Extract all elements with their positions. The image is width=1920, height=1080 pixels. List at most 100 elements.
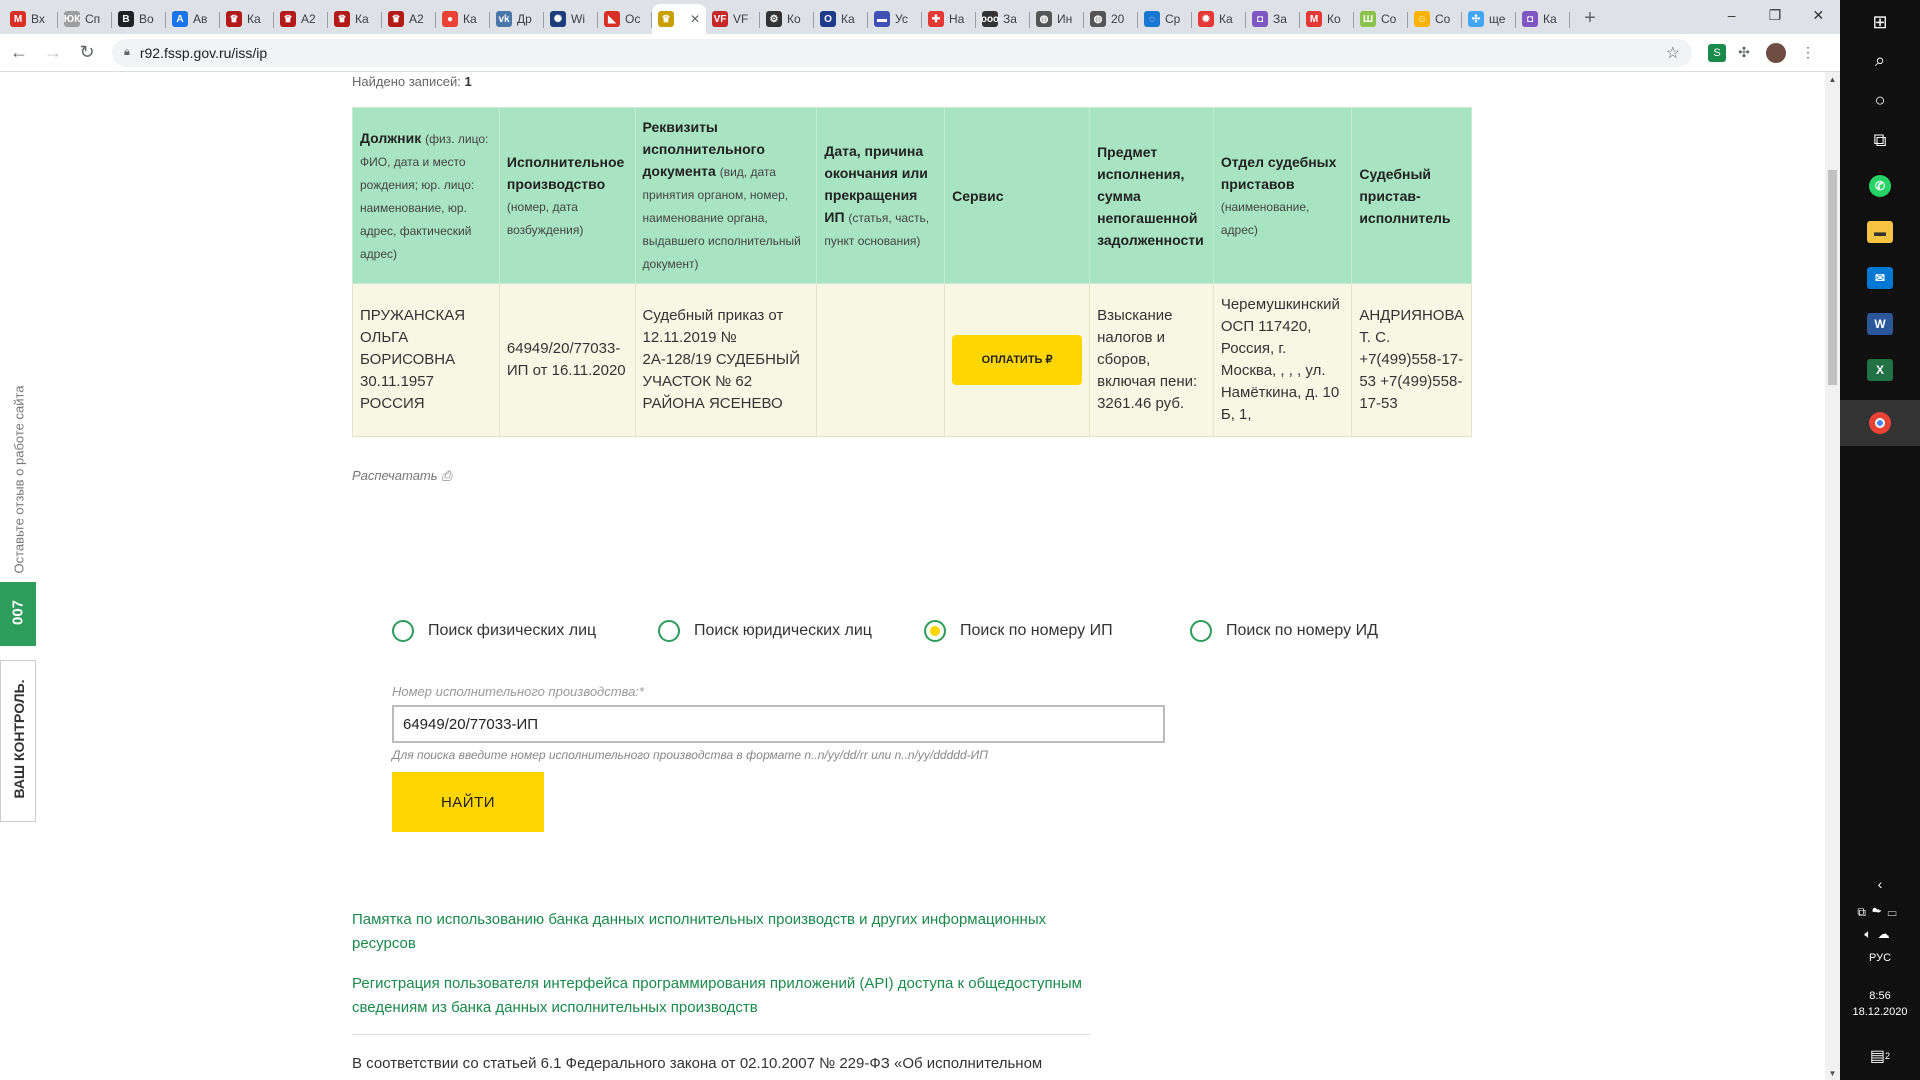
scroll-down-icon[interactable]: ▼ [1825, 1066, 1840, 1080]
mail-icon[interactable]: ✉ [1840, 256, 1920, 300]
radio-circle-selected[interactable] [924, 620, 946, 642]
close-window-button[interactable]: ✕ [1797, 0, 1840, 30]
word-icon[interactable]: W [1840, 302, 1920, 346]
side-tab-control-label: ВАШ КОНТРОЛЬ. [11, 679, 27, 799]
reload-icon[interactable]: ↻ [72, 38, 102, 68]
pay-button[interactable]: ОПЛАТИТЬ ₽ [952, 335, 1083, 385]
tab-favicon-icon: ЮК [64, 11, 80, 27]
side-tab-007[interactable]: 007 [0, 582, 36, 646]
tab-title: Во [139, 12, 154, 26]
forward-arrow-icon[interactable]: → [38, 38, 68, 68]
notifications-icon[interactable]: ▤ 2 [1840, 1034, 1920, 1078]
chrome-icon[interactable] [1840, 400, 1920, 446]
browser-tab[interactable]: ◘ За [1246, 4, 1300, 34]
browser-tab[interactable]: ✚ На [922, 4, 976, 34]
radio-id-number[interactable]: Поиск по номеру ИД [1190, 620, 1378, 642]
cortana-icon[interactable]: ○ [1840, 78, 1920, 122]
browser-tab[interactable]: Ш Со [1354, 4, 1408, 34]
browser-tab[interactable]: ♛ Ка [328, 4, 382, 34]
whatsapp-icon[interactable]: ✆ [1840, 164, 1920, 208]
extensions-puzzle-icon[interactable]: ✣ [1730, 39, 1758, 67]
browser-tab[interactable]: В Во [112, 4, 166, 34]
tab-favicon-icon: ◍ [1090, 11, 1106, 27]
scrollbar-thumb[interactable] [1828, 170, 1837, 385]
radio-ip-number[interactable]: Поиск по номеру ИП [924, 620, 1113, 642]
tab-title: Со [1435, 12, 1451, 26]
browser-tab[interactable]: M Вх [4, 4, 58, 34]
clock[interactable]: 8:56 18.12.2020 [1840, 988, 1920, 1020]
tab-title: Ин [1057, 12, 1073, 26]
table-row: ПРУЖАНСКАЯ ОЛЬГА БОРИСОВНА 30.11.1957 РО… [352, 283, 1472, 437]
tab-favicon-icon: ♛ [658, 11, 674, 27]
browser-tab[interactable]: ♛ А2 [382, 4, 436, 34]
close-tab-icon[interactable]: ✕ [690, 12, 700, 26]
page-scrollbar[interactable]: ▲ ▼ [1825, 72, 1840, 1080]
tab-title: Ка [247, 12, 261, 26]
browser-tab[interactable]: ◍ 20 [1084, 4, 1138, 34]
search-icon[interactable]: ⌕ [1840, 38, 1920, 82]
api-registration-link[interactable]: Регистрация пользователя интерфейса прог… [352, 972, 1092, 1020]
browser-tab[interactable]: ЮК Сп [58, 4, 112, 34]
file-explorer-icon[interactable]: ▬ [1840, 210, 1920, 254]
browser-tab[interactable]: ✹ Ка [1192, 4, 1246, 34]
info-links: Памятка по использованию банка данных ис… [352, 908, 1092, 1036]
radio-circle[interactable] [1190, 620, 1212, 642]
divider [352, 1034, 1090, 1035]
volume-icon[interactable]: 🔈︎☁ [1840, 912, 1920, 956]
browser-menu-icon[interactable]: ⋮ [1794, 39, 1822, 67]
new-tab-button[interactable]: + [1576, 4, 1604, 32]
browser-tab[interactable]: ooo За [976, 4, 1030, 34]
tab-favicon-icon: ✚ [928, 11, 944, 27]
ip-number-input[interactable]: 64949/20/77033-ИП [392, 705, 1165, 743]
side-tab-control[interactable]: ВАШ КОНТРОЛЬ. [0, 660, 36, 822]
browser-tab[interactable]: A Ав [166, 4, 220, 34]
radio-circle[interactable] [658, 620, 680, 642]
tab-title: Ка [1543, 12, 1557, 26]
language-indicator[interactable]: РУС [1840, 952, 1920, 964]
scroll-up-icon[interactable]: ▲ [1825, 72, 1840, 86]
browser-tab[interactable]: ♛ Ка [220, 4, 274, 34]
print-link[interactable]: Распечатать ⎙ [352, 468, 452, 484]
browser-tab[interactable]: vk Др [490, 4, 544, 34]
browser-tab[interactable]: ◣ Ос [598, 4, 652, 34]
feedback-label[interactable]: Оставьте отзыв о работе сайта [12, 345, 27, 615]
radio-circle[interactable] [392, 620, 414, 642]
radio-physical-persons[interactable]: Поиск физических лиц [392, 620, 596, 642]
find-button[interactable]: НАЙТИ [392, 772, 544, 832]
results-table: Должник (физ. лицо: ФИО, дата и место ро… [352, 107, 1472, 437]
browser-tab[interactable]: VF VF [706, 4, 760, 34]
excel-icon[interactable]: X [1840, 348, 1920, 392]
browser-tab[interactable]: ✺ Wi [544, 4, 598, 34]
radio-legal-entities[interactable]: Поиск юридических лиц [658, 620, 872, 642]
tab-favicon-icon: ✣ [1468, 11, 1484, 27]
tab-favicon-icon: A [172, 11, 188, 27]
browser-tab[interactable]: ● Ка [436, 4, 490, 34]
browser-tab[interactable]: ▬ Ус [868, 4, 922, 34]
profile-avatar[interactable] [1762, 39, 1790, 67]
printer-icon: ⎙ [441, 468, 452, 483]
browser-tab[interactable]: M Ко [1300, 4, 1354, 34]
memo-link[interactable]: Памятка по использованию банка данных ис… [352, 908, 1092, 956]
browser-tab[interactable]: ◌ Ср [1138, 4, 1192, 34]
browser-tab-active[interactable]: ♛ ✕ [652, 4, 706, 34]
browser-tab[interactable]: ☺ Со [1408, 4, 1462, 34]
browser-tab[interactable]: O Ка [814, 4, 868, 34]
ip-number-label: Номер исполнительного производства:* [392, 684, 644, 699]
browser-tab[interactable]: ♛ А2 [274, 4, 328, 34]
browser-tab[interactable]: ✣ ще [1462, 4, 1516, 34]
browser-tab[interactable]: ◘ Ка [1516, 4, 1570, 34]
minimize-button[interactable]: – [1710, 0, 1753, 30]
browser-tab[interactable]: ⚙ Ко [760, 4, 814, 34]
extension-icon[interactable]: S [1708, 43, 1726, 62]
address-bar[interactable]: 🔒︎ r92.fssp.gov.ru/iss/ip ☆ [112, 38, 1692, 67]
search-type-options: Поиск физических лиц Поиск юридических л… [392, 620, 1392, 650]
browser-tab[interactable]: ◍ Ин [1030, 4, 1084, 34]
back-arrow-icon[interactable]: ← [4, 38, 34, 68]
maximize-button[interactable]: ❐ [1753, 0, 1796, 30]
bookmark-star-icon[interactable]: ☆ [1666, 43, 1680, 63]
tab-favicon-icon: ♛ [388, 11, 404, 27]
tab-title: Со [1381, 12, 1397, 26]
task-view-icon[interactable]: ⧉ [1840, 118, 1920, 162]
cell-service: ОПЛАТИТЬ ₽ [944, 283, 1091, 437]
tab-title: Ка [841, 12, 855, 26]
